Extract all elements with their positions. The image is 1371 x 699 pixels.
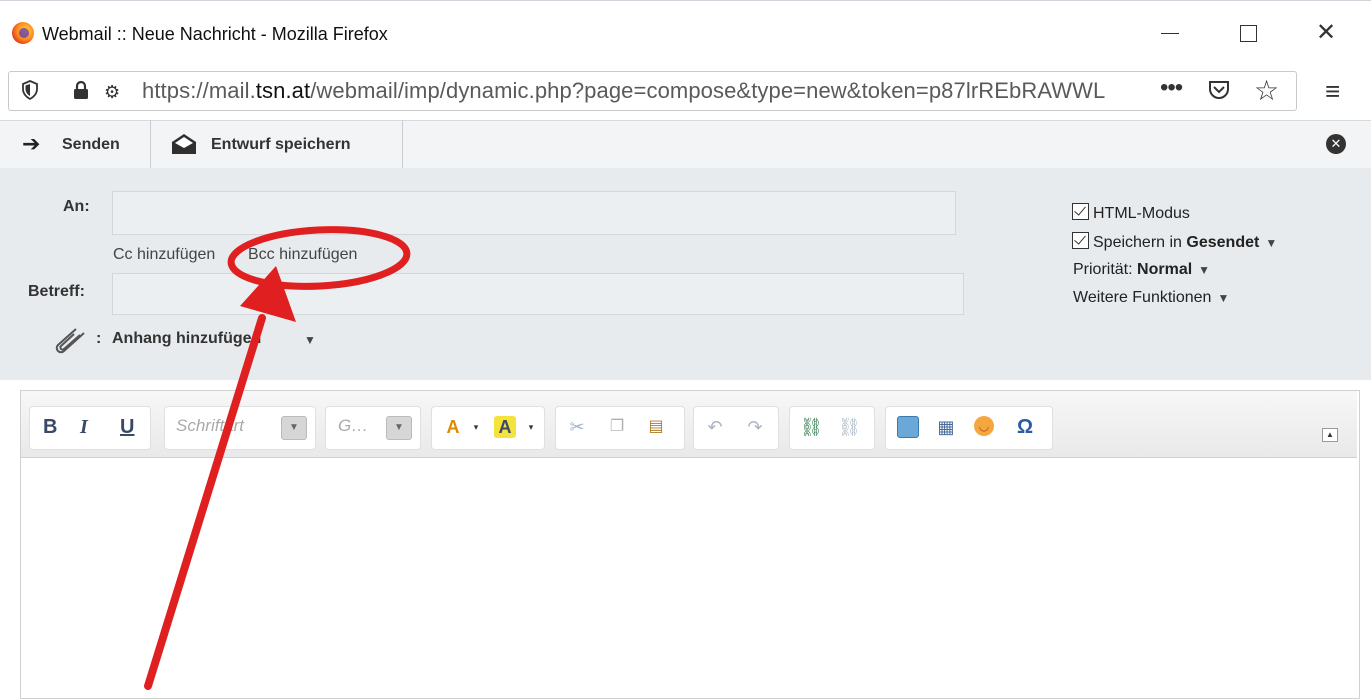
background-color-dropdown-icon[interactable]: ▾ — [520, 416, 542, 438]
font-dropdown-icon[interactable]: ▼ — [281, 416, 307, 440]
priority-label: Priorität: — [1073, 261, 1133, 278]
minimize-button[interactable] — [1150, 14, 1190, 52]
send-label: Senden — [62, 136, 120, 153]
save-folder-dropdown-icon[interactable]: ▼ — [1265, 236, 1277, 250]
background-color-icon[interactable]: A — [494, 416, 516, 438]
collapse-toolbar-icon[interactable]: ▲ — [1322, 428, 1338, 442]
font-family-select[interactable]: Schriftart — [176, 416, 244, 436]
paste-icon[interactable]: ▤ — [645, 416, 667, 438]
underline-button[interactable]: U — [120, 416, 134, 439]
copy-icon[interactable]: ❐ — [606, 416, 628, 438]
italic-button[interactable]: I — [80, 416, 88, 439]
more-functions-dropdown-icon[interactable]: ▼ — [1217, 291, 1229, 305]
add-attachment-link[interactable]: Anhang hinzufügen — [112, 330, 261, 348]
save-sent-checkbox[interactable] — [1072, 232, 1089, 249]
arrow-right-icon: ➔ — [22, 131, 41, 156]
save-in-label: Speichern in — [1093, 234, 1182, 251]
to-label: An: — [63, 198, 90, 215]
font-size-select[interactable]: G… — [338, 416, 368, 436]
toolbar-divider — [402, 120, 403, 168]
permissions-icon[interactable]: ⚙ — [104, 82, 120, 103]
window-close-button[interactable]: ✕ — [1306, 14, 1346, 52]
html-mode-option[interactable]: HTML-Modus — [1072, 203, 1190, 223]
maximize-icon — [1239, 25, 1257, 42]
cut-icon[interactable]: ✂ — [566, 416, 588, 438]
insert-link-icon[interactable]: ⛓ — [800, 416, 823, 438]
send-button[interactable]: ➔ Senden — [0, 120, 150, 168]
save-folder-value[interactable]: Gesendet — [1186, 234, 1259, 251]
html-mode-label: HTML-Modus — [1093, 205, 1190, 222]
envelope-open-icon — [171, 134, 197, 154]
insert-smiley-icon[interactable]: ◡ — [974, 416, 994, 436]
add-bcc-link[interactable]: Bcc hinzufügen — [248, 246, 357, 264]
special-character-icon[interactable]: Ω — [1014, 416, 1036, 438]
text-color-icon[interactable]: A — [442, 416, 464, 438]
hamburger-menu-icon[interactable]: ≡ — [1325, 76, 1340, 107]
window-title: Webmail :: Neue Nachricht - Mozilla Fire… — [42, 24, 388, 44]
to-field[interactable] — [112, 191, 956, 235]
minimize-icon — [1161, 33, 1179, 34]
bold-button[interactable]: B — [43, 416, 57, 439]
lock-icon[interactable] — [72, 80, 90, 100]
priority-option[interactable]: Priorität: Normal ▼ — [1073, 261, 1210, 279]
size-dropdown-icon[interactable]: ▼ — [386, 416, 412, 440]
html-mode-checkbox[interactable] — [1072, 203, 1089, 220]
subject-label: Betreff: — [28, 283, 85, 300]
priority-value[interactable]: Normal — [1137, 261, 1192, 278]
more-functions-label[interactable]: Weitere Funktionen — [1073, 289, 1211, 306]
text-color-dropdown-icon[interactable]: ▾ — [465, 416, 487, 438]
save-sent-option[interactable]: Speichern in Gesendet ▼ — [1072, 232, 1277, 252]
insert-table-icon[interactable]: ▦ — [935, 416, 957, 438]
subject-field[interactable] — [112, 273, 964, 315]
maximize-button[interactable] — [1228, 14, 1268, 52]
paperclip-icon — [55, 328, 85, 354]
insert-image-icon[interactable] — [897, 416, 919, 438]
tracking-shield-icon[interactable] — [22, 80, 38, 100]
redo-icon[interactable]: ↷ — [744, 416, 766, 438]
more-functions-option[interactable]: Weitere Funktionen ▼ — [1073, 289, 1229, 307]
attach-colon: : — [96, 330, 102, 347]
firefox-logo-icon — [12, 22, 34, 44]
undo-icon[interactable]: ↶ — [704, 416, 726, 438]
page-actions-icon[interactable]: ••• — [1160, 74, 1183, 102]
unlink-icon[interactable]: ⛓ — [838, 416, 861, 438]
save-draft-label: Entwurf speichern — [211, 136, 351, 153]
close-compose-icon[interactable]: ✕ — [1326, 134, 1346, 154]
bookmark-star-icon[interactable]: ☆ — [1254, 74, 1279, 107]
pocket-icon[interactable] — [1208, 80, 1230, 100]
add-cc-link[interactable]: Cc hinzufügen — [113, 246, 215, 264]
url-text[interactable]: https://mail.tsn.at/webmail/imp/dynamic.… — [142, 78, 1156, 104]
priority-dropdown-icon[interactable]: ▼ — [1198, 263, 1210, 277]
attachment-dropdown-icon[interactable]: ▼ — [304, 333, 316, 347]
save-draft-button[interactable]: Entwurf speichern — [151, 120, 403, 168]
